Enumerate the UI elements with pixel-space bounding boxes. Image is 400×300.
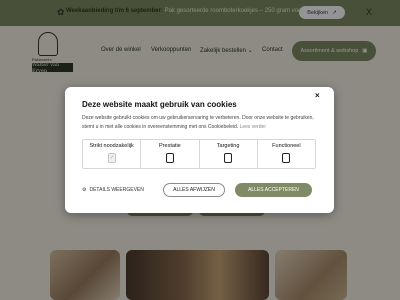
show-details-label: DETAILS WEERGEVEN: [89, 187, 144, 193]
gear-icon: ⚙: [82, 187, 87, 193]
category-functional: Functioneel: [258, 140, 315, 168]
read-more-link[interactable]: Lees verder: [240, 124, 266, 130]
cookie-description-text: Deze website gebruikt cookies om uw gebr…: [82, 115, 314, 130]
cookie-dialog-description: Deze website gebruikt cookies om uw gebr…: [82, 114, 322, 132]
show-details-button[interactable]: ⚙ DETAILS WEERGEVEN: [82, 187, 144, 193]
category-label: Strikt noodzakelijk: [89, 143, 134, 149]
cookie-categories: Strikt noodzakelijk Prestatie Targeting …: [82, 139, 316, 169]
category-checkbox-targeting[interactable]: [224, 153, 233, 163]
reject-all-button[interactable]: ALLES AFWIJZEN: [163, 183, 225, 197]
category-performance: Prestatie: [141, 140, 200, 168]
category-checkbox-strictly-necessary: [107, 153, 116, 163]
category-strictly-necessary: Strikt noodzakelijk: [83, 140, 142, 168]
cookie-consent-dialog: Deze website maakt gebruik van cookies ×…: [65, 87, 334, 213]
category-checkbox-performance[interactable]: [165, 153, 174, 163]
category-label: Prestatie: [159, 143, 181, 149]
close-icon[interactable]: ×: [315, 91, 320, 100]
accept-all-button[interactable]: ALLES ACCEPTEREN: [235, 183, 312, 197]
category-targeting: Targeting: [200, 140, 258, 168]
category-checkbox-functional[interactable]: [282, 153, 291, 163]
category-label: Functioneel: [272, 143, 301, 149]
cookie-dialog-title: Deze website maakt gebruik van cookies: [82, 100, 237, 109]
category-label: Targeting: [216, 143, 240, 149]
